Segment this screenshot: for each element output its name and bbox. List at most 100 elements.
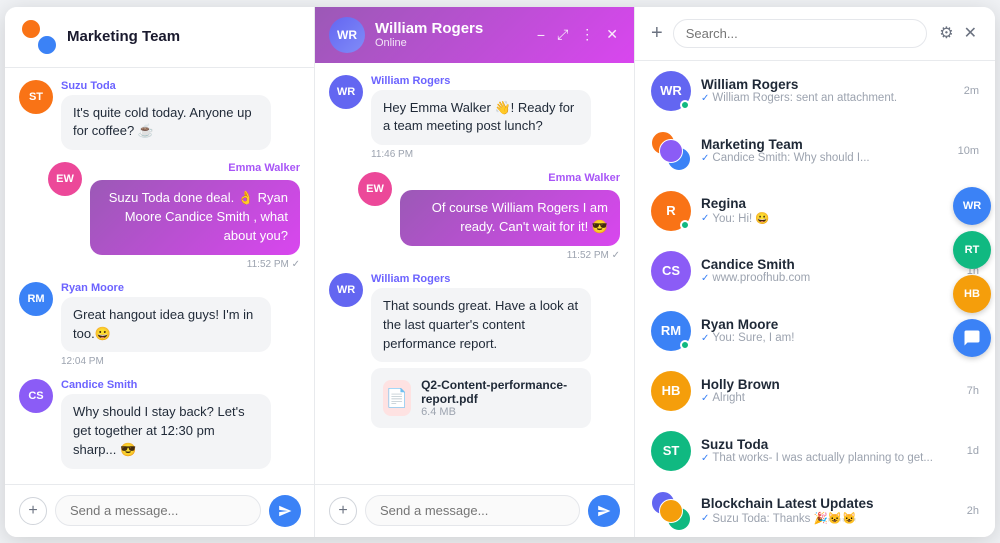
message-bubble: Great hangout idea guys! I'm in too.😀 (61, 297, 271, 353)
mid-add-button[interactable]: + (329, 497, 357, 525)
right-header-actions: ⚙ ✕ (937, 21, 979, 45)
left-add-button[interactable]: + (19, 497, 47, 525)
tick-icon: ✓ (701, 513, 709, 524)
contact-item[interactable]: Marketing Team✓ Candice Smith: Why shoul… (635, 121, 995, 181)
message-avatar: EW (48, 162, 82, 196)
left-header: Marketing Team (5, 7, 314, 68)
message-bubble: Hey Emma Walker 👋! Ready for a team meet… (371, 90, 591, 146)
close-right-button[interactable]: ✕ (962, 21, 979, 45)
message-row: WR William Rogers That sounds great. Have … (329, 273, 620, 429)
contact-name: Ryan Moore (701, 317, 957, 332)
contact-info: Ryan Moore✓ You: Sure, I am! (701, 317, 957, 344)
message-avatar: RM (19, 282, 53, 316)
contact-preview: ✓ Alright (701, 392, 957, 404)
contact-info: Marketing Team✓ Candice Smith: Why shoul… (701, 137, 948, 164)
tick-icon: ✓ (701, 153, 709, 164)
left-message-input[interactable] (55, 495, 261, 526)
message-bubble-wrap: Emma Walker Of course William Rogers I am… (400, 172, 620, 261)
close-button[interactable]: ✕ (604, 24, 620, 45)
left-send-button[interactable] (269, 495, 301, 527)
mid-header-left: WR William Rogers Online (329, 17, 483, 53)
message-bubble-wrap: Ryan MooreGreat hangout idea guys! I'm i… (61, 282, 271, 368)
contact-name: Blockchain Latest Updates (701, 496, 957, 511)
float-avatar-3[interactable]: HB (953, 275, 991, 313)
message-avatar: ST (19, 80, 53, 114)
message-sender: William Rogers (371, 273, 591, 285)
message-sender: Candice Smith (61, 379, 271, 391)
message-avatar: EW (358, 172, 392, 206)
contact-preview: ✓ William Rogers: sent an attachment. (701, 92, 954, 104)
group-avatar-stack (651, 131, 691, 171)
contact-name: Holly Brown (701, 377, 957, 392)
contact-name: William Rogers (375, 20, 483, 37)
message-time: 11:52 PM ✓ (90, 259, 300, 270)
group-avatar (21, 19, 57, 55)
file-attachment[interactable]: 📄 Q2-Content-performance-report.pdf 6.4 … (371, 368, 591, 428)
contact-avatar: ST (651, 431, 691, 471)
message-avatar: WR (329, 75, 363, 109)
contact-preview: ✓ Candice Smith: Why should I... (701, 152, 948, 164)
message-bubble-wrap: Candice Smith Why should I stay back? Let… (61, 379, 271, 469)
mid-input-area: + (315, 484, 634, 537)
contact-avatar-wrap: R (651, 191, 691, 231)
message-bubble-wrap: Suzu Toda It's quite cold today. Anyone u… (61, 80, 271, 151)
message-bubble-wrap: Emma WalkerSuzu Toda done deal. 👌 Ryan M… (90, 162, 300, 270)
float-avatar-2[interactable]: RT (953, 231, 991, 269)
message-avatar: WR (329, 273, 363, 307)
file-icon: 📄 (383, 380, 411, 416)
message-sender: Suzu Toda (61, 80, 271, 92)
contact-status: Online (375, 37, 483, 49)
contact-item[interactable]: Blockchain Latest Updates✓ Suzu Toda: Th… (635, 481, 995, 537)
contact-info: William Rogers✓ William Rogers: sent an … (701, 77, 954, 104)
contact-info: Regina✓ You: Hi! 😀 (701, 196, 948, 225)
mid-message-input[interactable] (365, 495, 580, 526)
contact-preview: ✓ You: Hi! 😀 (701, 211, 948, 225)
new-chat-button[interactable]: + (651, 22, 663, 45)
message-row: RMRyan MooreGreat hangout idea guys! I'm… (19, 282, 300, 368)
contact-info: Holly Brown✓ Alright (701, 377, 957, 404)
message-bubble: Of course William Rogers I am ready. Can… (400, 190, 620, 246)
float-avatar-1[interactable]: WR (953, 187, 991, 225)
mid-send-button[interactable] (588, 495, 620, 527)
contact-item[interactable]: WR William Rogers✓ William Rogers: sent a… (635, 61, 995, 121)
contact-preview: ✓ That works- I was actually planning to… (701, 452, 957, 464)
message-row: WRWilliam RogersHey Emma Walker 👋! Ready… (329, 75, 620, 161)
contact-item[interactable]: RRegina✓ You: Hi! 😀13m (635, 181, 995, 241)
tick-icon: ✓ (701, 213, 709, 224)
contacts-list: WR William Rogers✓ William Rogers: sent a… (635, 61, 995, 537)
contact-avatar-wrap (651, 131, 691, 171)
minimize-button[interactable]: − (535, 25, 547, 45)
mid-messages-area: WRWilliam RogersHey Emma Walker 👋! Ready… (315, 63, 634, 484)
more-button[interactable]: ⋮ (578, 24, 596, 45)
message-bubble: Why should I stay back? Let's get togeth… (61, 394, 271, 469)
left-input-area: + (5, 484, 314, 537)
message-row: Emma Walker Of course William Rogers I am… (329, 172, 620, 261)
contact-item[interactable]: CSCandice Smith✓ www.proofhub.com1h (635, 241, 995, 301)
contact-name: Marketing Team (701, 137, 948, 152)
contact-avatar-wrap: WR (651, 71, 691, 111)
tick-icon: ✓ (701, 393, 709, 404)
contact-item[interactable]: HBHolly Brown✓ Alright7h (635, 361, 995, 421)
message-bubble: It's quite cold today. Anyone up for cof… (61, 95, 271, 151)
settings-button[interactable]: ⚙ (937, 21, 955, 45)
contact-item[interactable]: STSuzu Toda✓ That works- I was actually … (635, 421, 995, 481)
message-bubble: That sounds great. Have a look at the la… (371, 288, 591, 363)
mid-header-actions: − ⤢ ⋮ ✕ (535, 24, 620, 45)
contact-name: Candice Smith (701, 257, 957, 272)
file-info: Q2-Content-performance-report.pdf 6.4 MB (421, 378, 579, 418)
message-time: 12:04 PM (61, 356, 271, 367)
message-bubble-wrap: William RogersHey Emma Walker 👋! Ready f… (371, 75, 591, 161)
message-sender: Emma Walker (548, 172, 620, 184)
sent-header: Emma Walker (90, 162, 300, 177)
contact-item[interactable]: RMRyan Moore✓ You: Sure, I am!5h (635, 301, 995, 361)
contact-time: 2m (964, 85, 979, 97)
contact-preview: ✓ Suzu Toda: Thanks 🎉😺😺 (701, 511, 957, 525)
contact-time: 7h (967, 385, 979, 397)
float-chat-button[interactable] (953, 319, 991, 357)
message-row: CSCandice SmithWhy should I stay back? L… (19, 379, 300, 469)
expand-button[interactable]: ⤢ (555, 24, 570, 45)
contact-avatar-wrap: ST (651, 431, 691, 471)
contact-time: 1d (967, 445, 979, 457)
search-input[interactable] (673, 19, 928, 48)
floating-avatars: WR RT HB (949, 179, 995, 365)
